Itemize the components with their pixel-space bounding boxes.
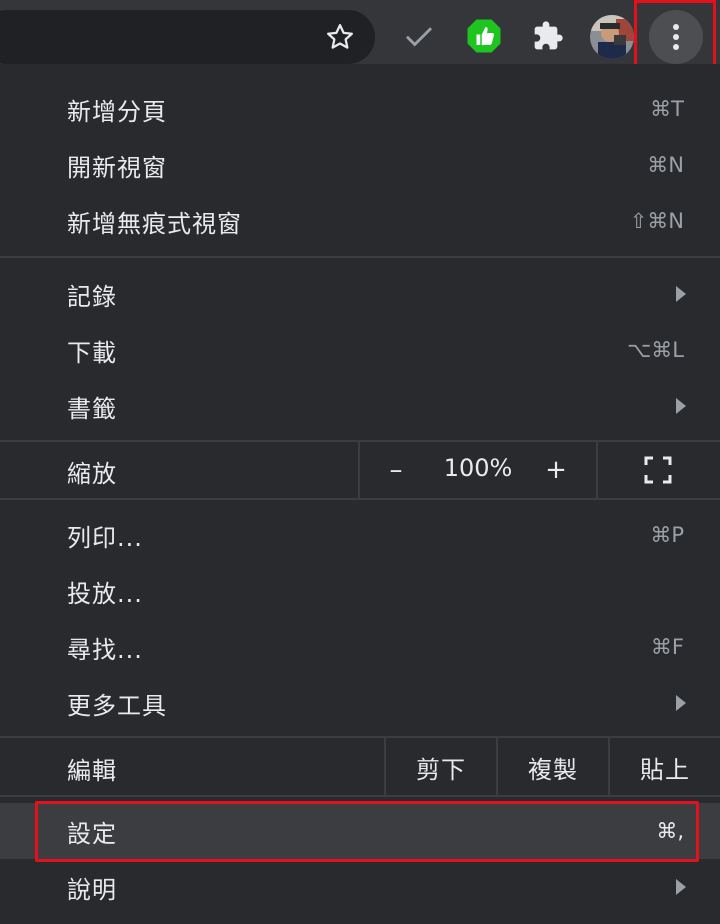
menu-item-help[interactable]: 說明	[0, 859, 720, 915]
menu-item-label: 開新視窗	[67, 153, 167, 182]
menu-item-label: 下載	[67, 338, 117, 367]
divider	[358, 440, 360, 500]
menu-item-label: 更多工具	[67, 691, 167, 720]
menu-item-shortcut: ⌘N	[647, 153, 684, 177]
thumbs-up-extension-icon[interactable]	[462, 14, 506, 58]
menu-divider	[0, 795, 720, 797]
menu-item-label: 說明	[67, 875, 117, 904]
edit-label: 編輯	[67, 757, 117, 785]
menu-item-new-window[interactable]: 開新視窗 ⌘N	[0, 137, 720, 193]
menu-item-label: 尋找...	[67, 635, 143, 664]
settings-highlight-box	[35, 801, 699, 862]
browser-toolbar	[0, 0, 720, 72]
zoom-label: 縮放	[67, 460, 117, 488]
zoom-in-button[interactable]: +	[532, 448, 580, 492]
menu-item-shortcut: ⇧⌘N	[629, 209, 684, 233]
menu-item-history[interactable]: 記錄	[0, 266, 720, 322]
menu-item-shortcut: ⌘T	[650, 97, 684, 121]
menu-item-label: 記錄	[67, 282, 117, 311]
submenu-arrow-icon	[676, 398, 686, 414]
extensions-puzzle-icon[interactable]	[526, 14, 570, 58]
menu-item-shortcut: ⌘F	[650, 635, 684, 659]
menu-item-shortcut: ⌥⌘L	[627, 338, 684, 362]
menu-item-downloads[interactable]: 下載 ⌥⌘L	[0, 322, 720, 378]
zoom-level: 100%	[443, 454, 513, 482]
menu-item-new-incognito-window[interactable]: 新增無痕式視窗 ⇧⌘N	[0, 193, 720, 249]
menu-item-bookmarks[interactable]: 書籤	[0, 378, 720, 434]
fullscreen-icon[interactable]	[634, 448, 682, 492]
divider	[596, 440, 598, 500]
menu-item-cast[interactable]: 投放...	[0, 563, 720, 619]
menu-item-label: 新增分頁	[67, 97, 167, 126]
menu-zoom-row: 縮放 – 100% +	[0, 440, 720, 500]
paste-button[interactable]: 貼上	[610, 738, 720, 796]
menu-divider	[0, 256, 720, 258]
menu-item-print[interactable]: 列印... ⌘P	[0, 507, 720, 563]
cut-button[interactable]: 剪下	[386, 738, 496, 796]
menu-item-label: 列印...	[67, 523, 143, 552]
menu-item-label: 新增無痕式視窗	[67, 209, 242, 238]
profile-avatar[interactable]	[590, 15, 634, 59]
copy-button[interactable]: 複製	[498, 738, 608, 796]
menu-button-highlight-box	[634, 0, 716, 72]
menu-item-more-tools[interactable]: 更多工具	[0, 675, 720, 731]
menu-edit-row: 編輯 剪下 複製 貼上	[0, 738, 720, 796]
bookmark-star-icon[interactable]	[318, 15, 362, 59]
checkmark-icon[interactable]	[397, 14, 441, 58]
zoom-out-button[interactable]: –	[372, 448, 420, 492]
submenu-arrow-icon	[676, 695, 686, 711]
submenu-arrow-icon	[676, 286, 686, 302]
menu-item-label: 書籤	[67, 394, 117, 423]
menu-item-find[interactable]: 尋找... ⌘F	[0, 619, 720, 675]
submenu-arrow-icon	[676, 879, 686, 895]
menu-divider	[0, 498, 720, 500]
menu-item-label: 投放...	[67, 579, 143, 608]
menu-item-shortcut: ⌘P	[650, 523, 684, 547]
menu-item-new-tab[interactable]: 新增分頁 ⌘T	[0, 81, 720, 137]
